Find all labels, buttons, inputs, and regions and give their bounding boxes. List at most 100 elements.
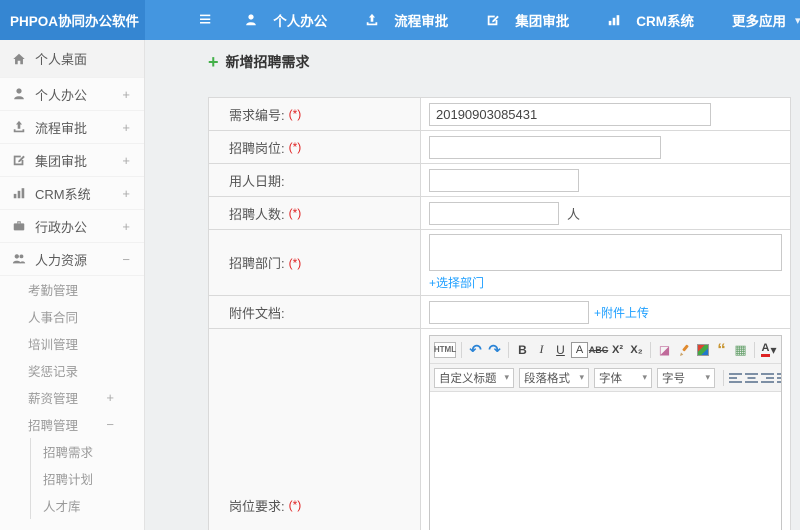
redo-icon[interactable]: ↷ [486, 340, 503, 360]
chevron-down-icon: ▾ [579, 372, 584, 382]
expand-toggle[interactable]: + [106, 390, 114, 405]
topnav-personal-office[interactable]: 个人办公 [244, 10, 327, 30]
field-label: 用人日期: [209, 164, 421, 196]
sidebar-item-personal-office[interactable]: 个人办公 + [0, 78, 144, 111]
sidebar-item-admin-office[interactable]: 行政办公 + [0, 210, 144, 243]
sidebar-item-label: 个人桌面 [35, 52, 88, 67]
bold-button[interactable]: B [514, 340, 531, 360]
blockquote-icon[interactable]: “ [713, 340, 730, 360]
form-row-demand-no: 需求编号: (*) [209, 98, 790, 131]
underline-button[interactable]: U [552, 340, 569, 360]
undo-icon[interactable]: ↶ [467, 340, 484, 360]
required-mark: (*) [288, 255, 302, 270]
subitem-label: 人事合同 [28, 311, 79, 325]
sidebar-item-human-resources[interactable]: 人力资源 − [0, 243, 144, 276]
sidebar-subitem-training[interactable]: 培训管理 [0, 330, 144, 357]
align-left-icon[interactable] [729, 368, 743, 388]
label-text: 用人日期: [229, 173, 285, 189]
label-text: 招聘部门: [229, 256, 285, 271]
sidebar-subitem-attendance[interactable]: 考勤管理 [0, 276, 144, 303]
font-size-select[interactable]: 字号 ▾ [657, 367, 715, 388]
recruit-demand-form: 需求编号: (*) 招聘岗位: (*) [208, 97, 791, 530]
expand-toggle[interactable]: + [122, 87, 130, 102]
required-mark: (*) [288, 107, 302, 121]
sidebar-subitem-hr-contract[interactable]: 人事合同 [0, 303, 144, 330]
sidebar-item-process-approval[interactable]: 流程审批 + [0, 111, 144, 144]
select-label: 字体 [599, 372, 622, 385]
sidebar-item-label: 行政办公 [35, 219, 88, 235]
superscript-button[interactable]: X² [609, 340, 626, 360]
toolbar-separator [723, 369, 724, 386]
topnav-more-apps[interactable]: 更多应用 ▾ [732, 10, 800, 30]
bar-chart-icon [12, 186, 27, 201]
paragraph-format-select[interactable]: 段落格式 ▾ [519, 367, 589, 388]
home-icon [12, 51, 27, 66]
subscript-button[interactable]: X₂ [628, 340, 645, 360]
field-value [421, 131, 790, 163]
field-value [421, 164, 790, 196]
editor-toolbar-row1: HTML ↶ ↷ B I U A ABC X² X₂ ◪ “ ▦ A ▾ [430, 336, 781, 364]
body-row: 个人桌面 个人办公 + 流程审批 + 集团审批 + CRM系统 + 行政办公 +… [0, 40, 800, 530]
form-row-position: 招聘岗位: (*) [209, 131, 790, 164]
table-icon[interactable]: ▦ [732, 340, 749, 360]
topnav-process-approval[interactable]: 流程审批 [365, 10, 448, 30]
sidebar-subitem-salary[interactable]: 薪资管理 + [0, 384, 144, 411]
field-label: 招聘部门: (*) [209, 230, 421, 295]
italic-button[interactable]: I [533, 340, 550, 360]
subitem-label: 招聘管理 [28, 419, 79, 433]
font-color-button[interactable]: A ▾ [760, 340, 777, 360]
hamburger-menu-icon[interactable]: ≡ [199, 0, 211, 40]
align-right-icon[interactable] [761, 368, 775, 388]
editor-content-area[interactable] [430, 392, 781, 530]
subsubitem-label: 招聘计划 [43, 473, 94, 487]
upload-flow-icon [12, 120, 27, 135]
collapse-toggle[interactable]: − [106, 417, 114, 432]
sidebar-item-label: 流程审批 [35, 120, 88, 136]
collapse-toggle[interactable]: − [122, 252, 130, 267]
form-row-attachment: 附件文档: +附件上传 [209, 296, 790, 329]
field-label: 招聘岗位: (*) [209, 131, 421, 163]
chevron-down-icon: ▾ [504, 372, 509, 382]
field-value: +附件上传 [421, 296, 790, 328]
expand-toggle[interactable]: + [122, 153, 130, 168]
strikethrough-button[interactable]: ABC [589, 340, 609, 360]
label-text: 岗位要求: [229, 498, 285, 514]
align-justify-icon[interactable] [777, 368, 781, 388]
custom-title-select[interactable]: 自定义标题 ▾ [434, 367, 514, 388]
topnav-label: 流程审批 [394, 14, 449, 29]
demand-no-input[interactable] [429, 102, 711, 126]
sidebar-item-group-approval[interactable]: 集团审批 + [0, 144, 144, 177]
font-family-select[interactable]: 字体 ▾ [594, 367, 652, 388]
sidebar-subsubitem-recruit-demand[interactable]: 招聘需求 [31, 438, 144, 465]
sidebar-subitem-recruitment[interactable]: 招聘管理 − [0, 411, 144, 438]
topnav-label: 更多应用 [732, 14, 787, 29]
format-brush-icon[interactable] [675, 340, 692, 360]
eraser-icon[interactable]: ◪ [656, 340, 673, 360]
font-style-button[interactable]: A [571, 341, 588, 358]
top-navigation: 个人办公 流程审批 集团审批 CRM系统 更多应用 ▾ [244, 0, 800, 40]
subsubitem-label: 招聘需求 [43, 446, 94, 460]
expand-toggle[interactable]: + [122, 120, 130, 135]
topnav-crm-system[interactable]: CRM系统 [607, 10, 694, 30]
hire-date-input[interactable] [429, 168, 579, 192]
topnav-group-approval[interactable]: 集团审批 [486, 10, 569, 30]
attachment-input[interactable] [429, 300, 589, 324]
briefcase-icon [12, 219, 27, 234]
sidebar-subsubitem-recruit-plan[interactable]: 招聘计划 [31, 465, 144, 492]
align-center-icon[interactable] [745, 368, 759, 388]
attachment-upload-link[interactable]: +附件上传 [594, 304, 649, 321]
position-input[interactable] [429, 135, 661, 159]
department-textarea[interactable] [429, 234, 782, 271]
field-label: 需求编号: (*) [209, 98, 421, 130]
sidebar-item-label: 集团审批 [35, 153, 88, 169]
headcount-input[interactable] [429, 201, 559, 225]
expand-toggle[interactable]: + [122, 219, 130, 234]
expand-toggle[interactable]: + [122, 186, 130, 201]
sidebar-item-personal-desktop[interactable]: 个人桌面 [0, 40, 144, 78]
sidebar-subitem-rewards[interactable]: 奖惩记录 [0, 357, 144, 384]
sidebar-subsubitem-talent-pool[interactable]: 人才库 [31, 492, 144, 519]
html-source-button[interactable]: HTML [434, 341, 456, 358]
palette-icon[interactable] [694, 340, 711, 360]
select-department-link[interactable]: +选择部门 [429, 274, 484, 291]
sidebar-item-crm-system[interactable]: CRM系统 + [0, 177, 144, 210]
